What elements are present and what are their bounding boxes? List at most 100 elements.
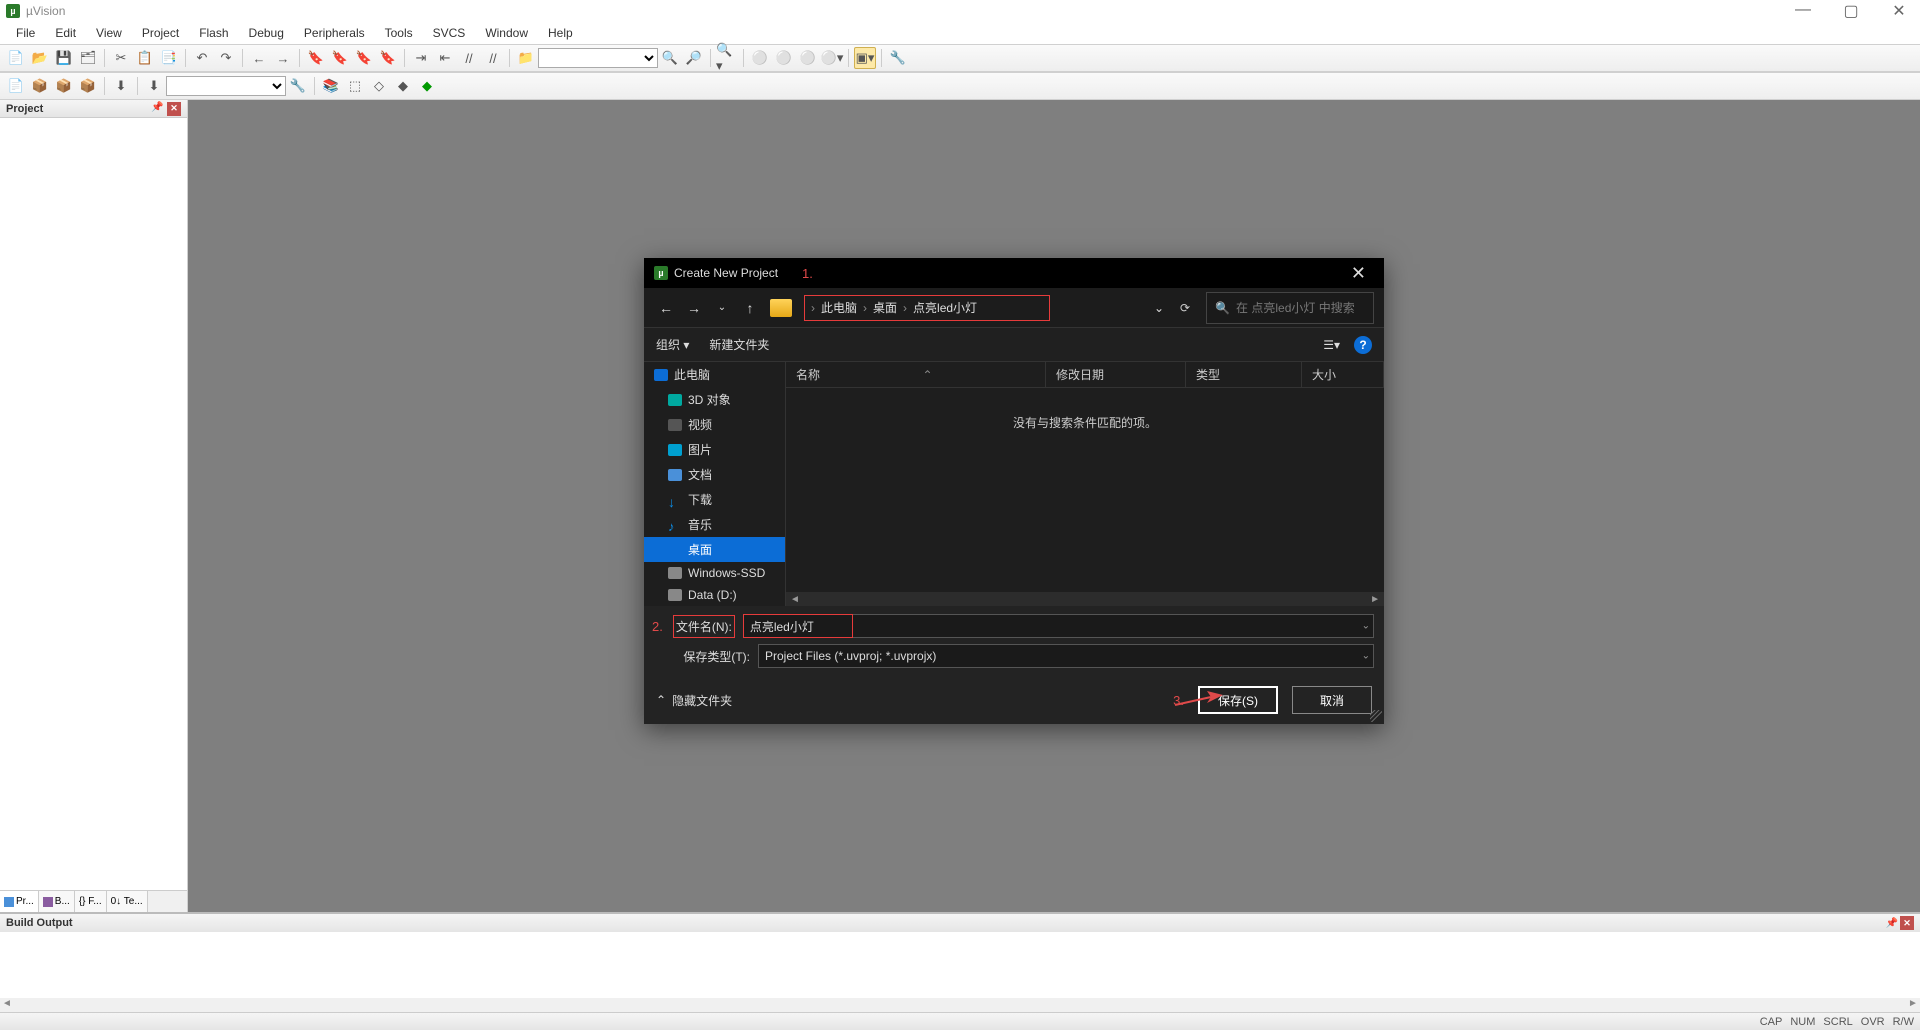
filetype-select[interactable]: Project Files (*.uvproj; *.uvprojx): [758, 644, 1374, 668]
menu-flash[interactable]: Flash: [189, 24, 238, 42]
breadcrumb-item[interactable]: 此电脑: [821, 299, 857, 316]
tree-item-music[interactable]: 音乐: [644, 512, 785, 537]
tree-item-downloads[interactable]: 下载: [644, 487, 785, 512]
maximize-button[interactable]: ▢: [1836, 1, 1866, 21]
tree-item-desktop[interactable]: 桌面: [644, 537, 785, 562]
menu-file[interactable]: File: [6, 24, 45, 42]
save-all-icon[interactable]: 🗂: [77, 47, 99, 69]
scroll-right-icon[interactable]: ►: [1370, 594, 1380, 605]
col-size[interactable]: 大小: [1302, 362, 1384, 387]
paste-icon[interactable]: 📑: [158, 47, 180, 69]
scroll-right-icon[interactable]: ►: [1906, 998, 1920, 1012]
pack-installer-icon[interactable]: ◆: [416, 75, 438, 97]
find-icon[interactable]: 📁: [515, 47, 537, 69]
bookmark-next-icon[interactable]: 🔖: [353, 47, 375, 69]
col-name[interactable]: 名称⌃: [786, 362, 1046, 387]
menu-tools[interactable]: Tools: [375, 24, 423, 42]
cancel-button[interactable]: 取消: [1292, 686, 1372, 714]
menu-window[interactable]: Window: [475, 24, 538, 42]
search-input[interactable]: 🔍 在 点亮led小灯 中搜索: [1206, 292, 1374, 324]
horizontal-scrollbar[interactable]: ◄►: [786, 592, 1384, 606]
project-tree[interactable]: [0, 118, 187, 890]
nav-back-icon[interactable]: ←: [248, 47, 270, 69]
rebuild-icon[interactable]: 📦: [53, 75, 75, 97]
refresh-icon[interactable]: ⟳: [1174, 301, 1196, 315]
tab-functions[interactable]: {} F...: [75, 891, 107, 912]
breakpoint-enable-icon[interactable]: ⚪: [773, 47, 795, 69]
horizontal-scrollbar[interactable]: ◄►: [0, 998, 1920, 1012]
hide-folders-toggle[interactable]: ⌃隐藏文件夹: [656, 692, 732, 709]
redo-icon[interactable]: ↷: [215, 47, 237, 69]
indent-icon[interactable]: ⇥: [410, 47, 432, 69]
new-file-icon[interactable]: 📄: [5, 47, 27, 69]
minimize-button[interactable]: —: [1788, 1, 1818, 21]
find-files-icon[interactable]: 🔍: [659, 47, 681, 69]
col-type[interactable]: 类型: [1186, 362, 1302, 387]
tab-project[interactable]: Pr...: [0, 891, 39, 912]
resize-grip[interactable]: [1370, 710, 1382, 722]
pin-icon[interactable]: 📌: [1886, 918, 1898, 929]
bookmark-icon[interactable]: 🔖: [305, 47, 327, 69]
breakpoint-icon[interactable]: ⚪: [749, 47, 771, 69]
manage-books2-icon[interactable]: ◇: [368, 75, 390, 97]
help-icon[interactable]: ?: [1354, 336, 1372, 354]
tree-item-data-d[interactable]: Data (D:): [644, 584, 785, 606]
tree-item-windows-ssd[interactable]: Windows-SSD: [644, 562, 785, 584]
manage-components-icon[interactable]: ⬚: [344, 75, 366, 97]
scroll-left-icon[interactable]: ◄: [790, 594, 800, 605]
menu-debug[interactable]: Debug: [239, 24, 294, 42]
breadcrumb[interactable]: › 此电脑 › 桌面 › 点亮led小灯: [804, 295, 1050, 321]
uncomment-icon[interactable]: //: [482, 47, 504, 69]
breadcrumb-item[interactable]: 点亮led小灯: [913, 299, 977, 316]
batch-build-icon[interactable]: 📦: [77, 75, 99, 97]
breadcrumb-item[interactable]: 桌面: [873, 299, 897, 316]
menu-edit[interactable]: Edit: [45, 24, 86, 42]
debug-icon[interactable]: 🔍▾: [716, 47, 738, 69]
filename-input[interactable]: [743, 614, 853, 638]
col-date[interactable]: 修改日期: [1046, 362, 1186, 387]
find-combo[interactable]: [538, 48, 658, 68]
comment-icon[interactable]: //: [458, 47, 480, 69]
pin-icon[interactable]: 📌: [151, 102, 165, 116]
folder-tree[interactable]: 此电脑 3D 对象 视频 图片 文档 下载 音乐 桌面 Windows-SSD …: [644, 362, 786, 606]
bookmark-clear-icon[interactable]: 🔖: [377, 47, 399, 69]
tab-books[interactable]: B...: [39, 891, 75, 912]
tab-templates[interactable]: 0↓ Te...: [107, 891, 148, 912]
manage-books-icon[interactable]: 📚: [320, 75, 342, 97]
save-icon[interactable]: 💾: [53, 47, 75, 69]
translate-icon[interactable]: 📄: [5, 75, 27, 97]
bookmark-prev-icon[interactable]: 🔖: [329, 47, 351, 69]
menu-view[interactable]: View: [86, 24, 132, 42]
menu-peripherals[interactable]: Peripherals: [294, 24, 375, 42]
nav-history-icon[interactable]: ⌄: [710, 296, 734, 320]
target-options-icon[interactable]: 🔧: [287, 75, 309, 97]
organize-button[interactable]: 组织 ▾: [656, 336, 689, 353]
build-output-body[interactable]: ◄►: [0, 932, 1920, 1012]
breakpoint-disable-icon[interactable]: ⚪: [797, 47, 819, 69]
target-combo[interactable]: [166, 76, 286, 96]
undo-icon[interactable]: ↶: [191, 47, 213, 69]
cut-icon[interactable]: ✂: [110, 47, 132, 69]
breakpoint-kill-icon[interactable]: ⚪▾: [821, 47, 843, 69]
tree-item-documents[interactable]: 文档: [644, 462, 785, 487]
close-button[interactable]: ✕: [1884, 1, 1914, 21]
copy-icon[interactable]: 📋: [134, 47, 156, 69]
stop-build-icon[interactable]: ⬇: [110, 75, 132, 97]
nav-forward-icon[interactable]: →: [272, 47, 294, 69]
tree-item-video[interactable]: 视频: [644, 412, 785, 437]
scroll-left-icon[interactable]: ◄: [0, 998, 14, 1012]
nav-forward-icon[interactable]: →: [682, 296, 706, 320]
menu-project[interactable]: Project: [132, 24, 189, 42]
new-folder-button[interactable]: 新建文件夹: [709, 336, 769, 353]
nav-back-icon[interactable]: ←: [654, 296, 678, 320]
outdent-icon[interactable]: ⇤: [434, 47, 456, 69]
panel-close-icon[interactable]: ✕: [1900, 916, 1914, 930]
tree-item-pictures[interactable]: 图片: [644, 437, 785, 462]
breadcrumb-dropdown-icon[interactable]: ⌄: [1154, 301, 1164, 315]
window-icon[interactable]: ▣▾: [854, 47, 876, 69]
view-options-button[interactable]: ☰▾: [1323, 338, 1340, 352]
incremental-find-icon[interactable]: 🔎: [683, 47, 705, 69]
menu-help[interactable]: Help: [538, 24, 583, 42]
menu-svcs[interactable]: SVCS: [423, 24, 476, 42]
nav-up-icon[interactable]: ↑: [738, 296, 762, 320]
